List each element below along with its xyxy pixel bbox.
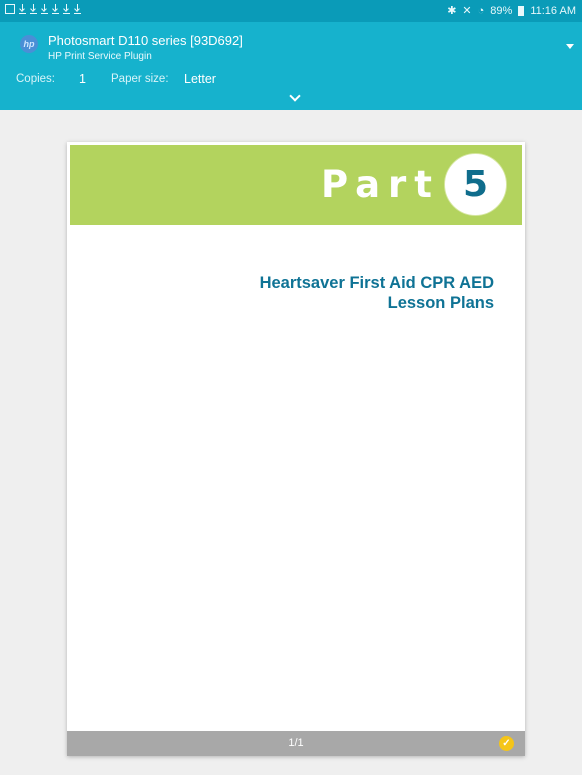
paper-size-value[interactable]: Letter (184, 72, 216, 86)
download-icon (19, 4, 26, 14)
bluetooth-icon: ✱ (447, 5, 457, 17)
battery-percent: 89% (490, 4, 513, 17)
paper-size-label: Paper size: (111, 73, 169, 85)
expand-options-chevron-icon[interactable] (289, 90, 301, 102)
part-number: 5 (462, 164, 489, 205)
title-line-2: Lesson Plans (387, 294, 494, 312)
hp-logo-icon: hp (20, 35, 38, 53)
download-icon (63, 4, 70, 14)
document-title: Heartsaver First Aid CPR AED Lesson Plan… (114, 273, 494, 313)
download-icon (30, 4, 37, 14)
page-selected-check-icon[interactable]: ✓ (499, 736, 514, 751)
title-line-1: Heartsaver First Aid CPR AED (259, 274, 494, 292)
system-icons: ✱ ✕ ◔ 89% 11:16 AM (447, 4, 576, 18)
copies-label: Copies: (16, 73, 55, 85)
printer-selector[interactable]: Photosmart D110 series [93D692] (48, 33, 243, 48)
print-service-name: HP Print Service Plugin (48, 51, 152, 62)
status-bar: ✱ ✕ ◔ 89% 11:16 AM (0, 0, 582, 22)
part-banner: Part 5 (70, 145, 522, 225)
page-indicator: 1/1 (288, 737, 304, 749)
clock: 11:16 AM (530, 4, 576, 17)
battery-icon (518, 5, 525, 16)
notification-icons (5, 4, 81, 14)
print-options-header: hp Photosmart D110 series [93D692] HP Pr… (0, 22, 582, 110)
mute-icon: ✕ (462, 5, 472, 17)
copies-value[interactable]: 1 (79, 72, 86, 86)
download-icon (74, 4, 81, 14)
part-word: Part (320, 163, 440, 206)
download-icon (41, 4, 48, 14)
part-number-badge: 5 (445, 154, 506, 215)
wifi-icon: ◔ (477, 4, 485, 17)
dropdown-arrow-icon[interactable] (566, 44, 574, 49)
download-icon (52, 4, 59, 14)
page-footer-bar: 1/1 ✓ (67, 731, 525, 756)
page-preview[interactable]: Part 5 Heartsaver First Aid CPR AED Less… (67, 142, 525, 756)
gallery-icon (5, 4, 15, 14)
